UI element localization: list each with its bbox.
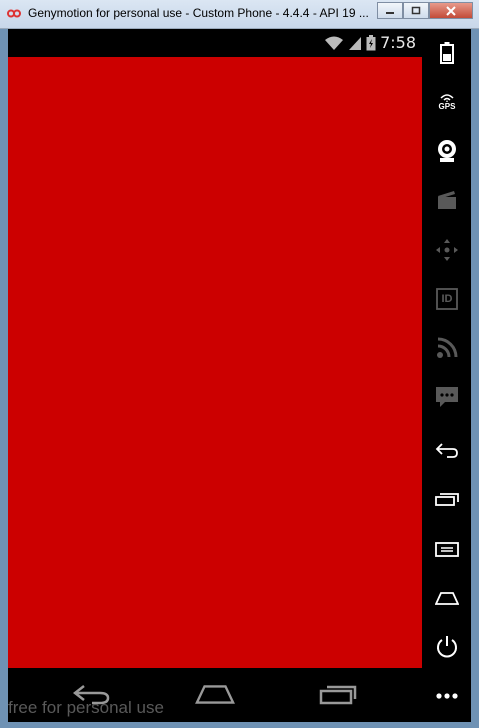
home-icon <box>195 685 235 704</box>
clapperboard-icon <box>438 191 456 209</box>
close-button[interactable] <box>429 2 473 19</box>
sms-widget-button[interactable] <box>432 382 462 412</box>
rss-icon <box>437 337 458 358</box>
recent-apps-widget-button[interactable] <box>432 485 462 515</box>
chat-bubble-icon <box>436 387 458 407</box>
dpad-icon <box>436 239 458 261</box>
genymotion-widget-bar: GPS ID <box>422 29 471 722</box>
status-clock: 7:58 <box>380 33 416 52</box>
menu-icon <box>435 542 459 557</box>
close-icon <box>446 5 456 16</box>
id-label: ID <box>441 293 453 305</box>
status-bar: 7:58 <box>8 29 422 57</box>
wifi-icon <box>325 36 344 50</box>
battery-icon <box>440 42 454 64</box>
recent-apps-icon <box>319 685 357 705</box>
recent-apps-icon <box>435 493 459 506</box>
power-widget-button[interactable] <box>432 632 462 662</box>
battery-icon <box>366 34 376 50</box>
back-widget-button[interactable] <box>432 436 462 466</box>
gps-label: GPS <box>438 102 456 111</box>
gps-signal-icon <box>440 94 454 102</box>
webcam-icon <box>438 140 456 162</box>
battery-widget-button[interactable] <box>432 38 462 68</box>
device-frame: 7:58 <box>8 29 471 722</box>
menu-widget-button[interactable] <box>432 534 462 564</box>
maximize-button[interactable] <box>403 2 429 19</box>
more-widget-button[interactable] <box>432 681 462 711</box>
nav-home-button[interactable] <box>195 680 235 708</box>
gps-widget-button[interactable]: GPS <box>432 87 462 117</box>
pad-widget-button[interactable] <box>432 235 462 265</box>
title-bar: Genymotion for personal use - Custom Pho… <box>0 0 479 29</box>
minimize-button[interactable] <box>377 2 403 19</box>
signal-icon <box>349 36 362 50</box>
maximize-icon <box>411 6 421 15</box>
network-widget-button[interactable] <box>432 333 462 363</box>
genymotion-icon <box>7 9 21 18</box>
minimize-icon <box>386 11 394 14</box>
home-icon <box>435 592 459 605</box>
license-watermark: free for personal use <box>8 698 164 717</box>
identifiers-widget-button[interactable]: ID <box>432 284 462 314</box>
window-controls <box>377 2 473 19</box>
app-screen[interactable] <box>8 57 422 668</box>
webcam-widget-button[interactable] <box>432 136 462 166</box>
window-title: Genymotion for personal use - Custom Pho… <box>28 6 369 20</box>
back-arrow-icon <box>435 443 458 458</box>
more-dots-icon <box>436 693 458 699</box>
screencast-widget-button[interactable] <box>432 185 462 215</box>
home-widget-button[interactable] <box>432 583 462 613</box>
power-icon <box>437 636 457 658</box>
emulator-window: Genymotion for personal use - Custom Pho… <box>0 0 479 728</box>
nav-recent-apps-button[interactable] <box>318 680 358 708</box>
